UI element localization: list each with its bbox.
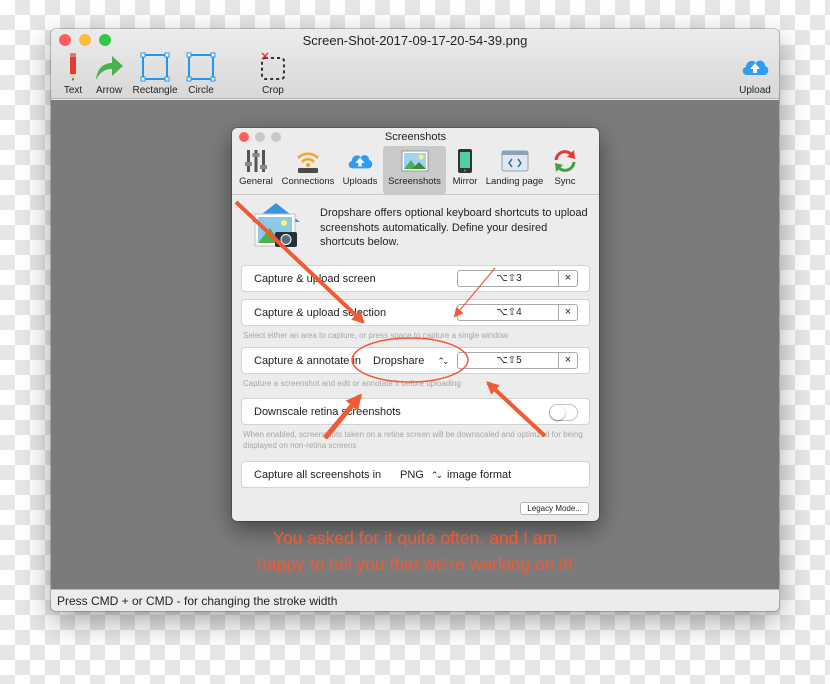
annotation-overlay bbox=[234, 200, 547, 440]
annotation-arrow-icon bbox=[323, 393, 363, 440]
annotation-ellipse bbox=[351, 337, 469, 383]
annotation-arrow-icon bbox=[453, 267, 496, 318]
annotation-arrow-icon bbox=[234, 200, 365, 324]
annotation-arrow-icon bbox=[486, 381, 547, 438]
